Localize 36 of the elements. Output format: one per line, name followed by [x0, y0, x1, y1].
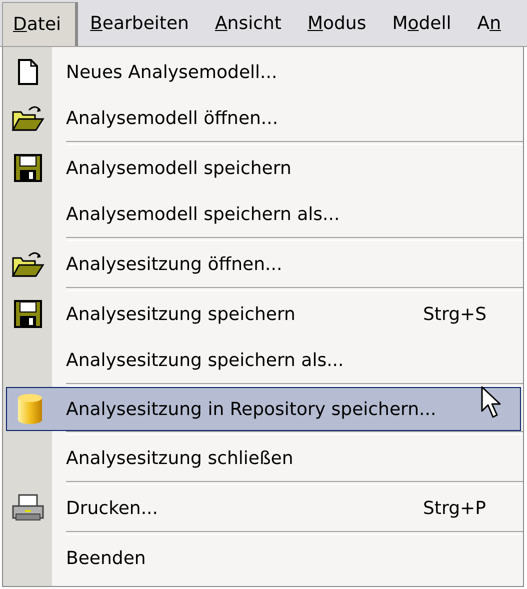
- menu-item-label: Analysesitzung in Repository speichern...: [66, 398, 436, 420]
- printer-icon: [10, 494, 44, 522]
- menu-item[interactable]: Analysemodell speichern als...: [3, 191, 523, 237]
- menu-bar-item[interactable]: Modus: [297, 0, 380, 46]
- menu-item[interactable]: Analysesitzung schließen: [3, 435, 523, 481]
- shortcut-label: Strg+S: [423, 304, 488, 324]
- menu-item-label: Analysesitzung speichern als...: [66, 350, 344, 370]
- cylinder-icon: [16, 393, 42, 425]
- mouse-pointer-icon: [481, 386, 503, 420]
- menu-bar-item[interactable]: Ansicht: [204, 0, 296, 46]
- menu-item[interactable]: Beenden: [3, 535, 523, 581]
- menu-item-label: Drucken...: [66, 498, 158, 518]
- menu-item-label: Analysesitzung schließen: [66, 448, 294, 468]
- menu-item[interactable]: Analysesitzung in Repository speichern...: [6, 387, 521, 431]
- menu-item[interactable]: Analysesitzung speichern als...: [3, 337, 523, 383]
- menu-item[interactable]: Drucken... Strg+P: [3, 485, 523, 531]
- menu-bar-item[interactable]: Bearbeiten: [80, 0, 203, 46]
- menu-bar-item[interactable]: An: [467, 0, 516, 46]
- menu-item-label: Analysesitzung speichern: [66, 304, 296, 324]
- menu-bar-item[interactable]: Modell: [382, 0, 466, 46]
- menu-bar-item[interactable]: Datei: [2, 2, 78, 46]
- menu-item[interactable]: Analysesitzung speichern Strg+S: [3, 291, 523, 337]
- menu-item[interactable]: Neues Analysemodell...: [3, 49, 523, 95]
- menu-item-label: Analysemodell speichern: [66, 158, 292, 178]
- menu-item-label: Neues Analysemodell...: [66, 62, 278, 82]
- open-folder-icon: [10, 104, 44, 132]
- shortcut-label: Strg+P: [423, 498, 487, 518]
- menu-item[interactable]: Analysemodell speichern: [3, 145, 523, 191]
- menu-item[interactable]: Analysesitzung öffnen...: [3, 241, 523, 287]
- menu-item-label: Beenden: [66, 548, 146, 568]
- menu-item[interactable]: Analysemodell öffnen...: [3, 95, 523, 141]
- menu-item-label: Analysesitzung öffnen...: [66, 254, 282, 274]
- open-folder-icon: [10, 250, 44, 278]
- new-document-icon: [16, 59, 38, 85]
- menu-item-label: Analysemodell speichern als...: [66, 204, 340, 224]
- menu-item-label: Analysemodell öffnen...: [66, 108, 278, 128]
